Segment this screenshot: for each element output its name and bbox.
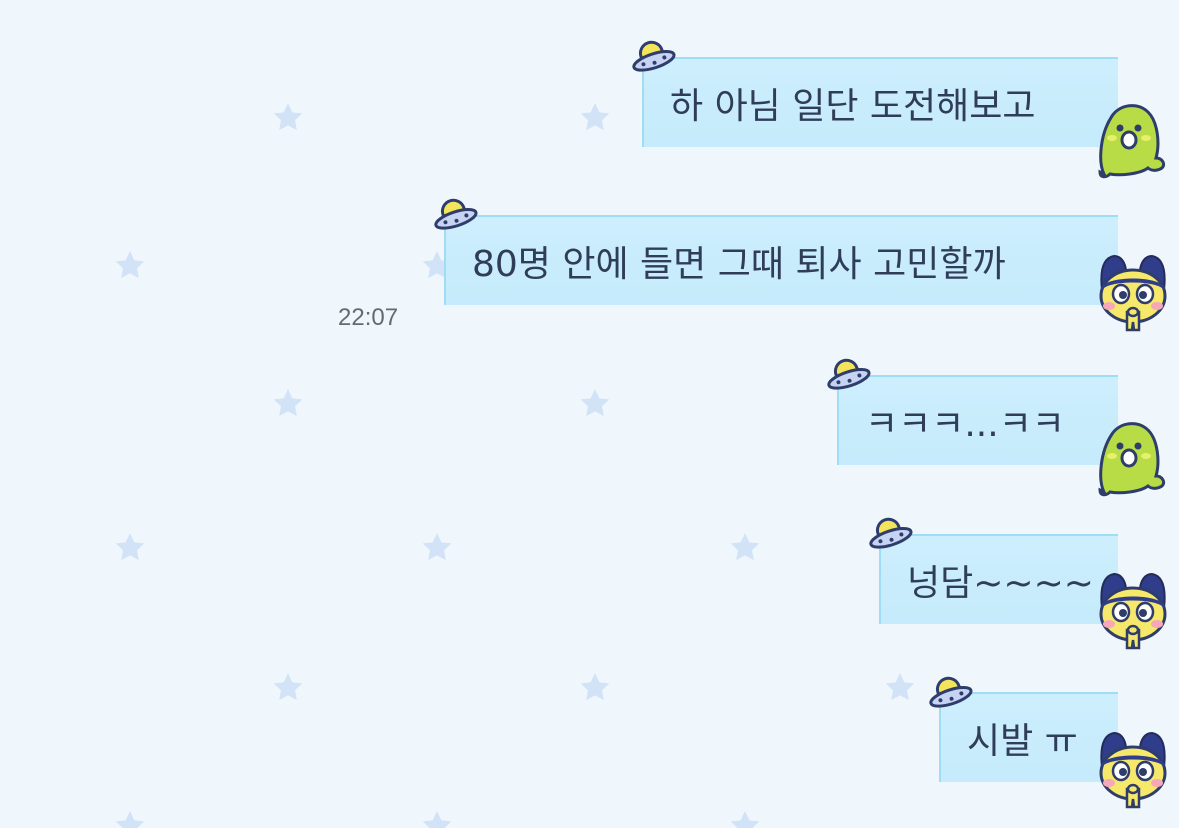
navy-rabbit-avatar	[1099, 254, 1167, 332]
message-bubble[interactable]: 넝담~~~~	[879, 534, 1118, 624]
message-bubble[interactable]: ㅋㅋㅋ...ㅋㅋ	[837, 375, 1118, 465]
message-text: ㅋㅋㅋ...ㅋㅋ	[865, 404, 1065, 445]
message-timestamp: 22:07	[338, 304, 399, 331]
message-text: 시발 ㅠ	[967, 721, 1078, 762]
ufo-icon	[632, 40, 676, 72]
message-text: 넝담~~~~	[907, 563, 1094, 604]
message-text: 80명 안에 들면 그때 퇴사 고민할까	[472, 244, 1006, 285]
navy-rabbit-avatar	[1099, 572, 1167, 650]
ufo-icon	[827, 358, 871, 390]
message-bubble[interactable]: 하 아님 일단 도전해보고	[642, 57, 1118, 147]
navy-rabbit-avatar	[1099, 731, 1167, 809]
message-bubble[interactable]: 80명 안에 들면 그때 퇴사 고민할까	[444, 215, 1118, 305]
green-blob-avatar	[1098, 104, 1166, 179]
ufo-icon	[434, 198, 478, 230]
green-blob-avatar	[1098, 422, 1166, 497]
message-text: 하 아님 일단 도전해보고	[670, 86, 1036, 127]
ufo-icon	[929, 676, 973, 708]
ufo-icon	[869, 517, 913, 549]
chat-message-list: 하 아님 일단 도전해보고 80명 안에 들면 그때 퇴사 고민할까 22:07…	[0, 0, 1179, 828]
